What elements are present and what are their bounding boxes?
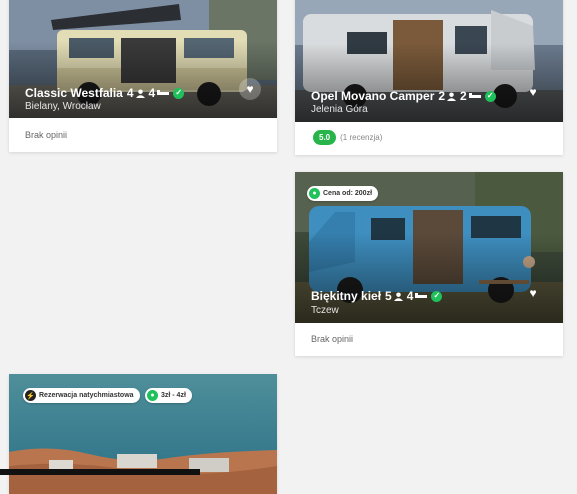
user-icon — [135, 88, 145, 98]
review-status: Brak opinii — [311, 334, 354, 344]
bed-icon — [468, 93, 481, 98]
status-bar — [0, 469, 200, 475]
beds-value: 4 — [406, 289, 414, 303]
listing-card-opel-movano[interactable]: Opel Movano Camper 2 2 ✓ Jelenia Góra ♥ … — [295, 0, 563, 155]
user-icon — [447, 91, 457, 101]
persons-count: 5 — [385, 289, 403, 303]
tag-icon: ● — [309, 188, 320, 199]
persons-count: 2 — [438, 89, 457, 103]
user-icon — [393, 291, 403, 301]
listing-title-row: Biękitny kieł 5 4 ✓ — [311, 289, 443, 303]
beds-count: 2 — [460, 89, 481, 103]
bed-icon — [157, 90, 170, 95]
review-status: Brak opinii — [25, 130, 68, 140]
listing-title-row: Classic Westfalia 4 4 ✓ — [25, 86, 185, 100]
listing-location: Jelenia Góra — [311, 104, 368, 115]
price-pill-label: Cena od: 200zł — [323, 190, 373, 197]
heart-icon[interactable]: ♥ — [522, 282, 544, 304]
listing-photo[interactable]: ● Cena od: 200zł Biękitny kieł 5 4 ✓ Tcz… — [295, 172, 563, 323]
listing-title: Classic Westfalia — [25, 86, 123, 100]
price-pill: ● 3zł - 4zł — [145, 388, 192, 403]
listing-photo[interactable]: Opel Movano Camper 2 2 ✓ Jelenia Góra ♥ — [295, 0, 563, 122]
rating-badge: 5.0 — [313, 130, 337, 145]
beds-value: 2 — [460, 89, 467, 103]
verified-check-icon: ✓ — [431, 290, 443, 302]
instant-booking-label: Rezerwacja natychmiastowa — [39, 392, 134, 399]
persons-value: 5 — [385, 289, 392, 303]
beds-value: 4 — [148, 86, 156, 100]
listing-card-classic-westfalia[interactable]: Classic Westfalia 4 4 ✓ Bielany, Wrocław… — [9, 0, 277, 152]
tag-icon: ● — [147, 390, 158, 401]
listing-location: Bielany, Wrocław — [25, 101, 101, 112]
persons-count: 4 — [127, 86, 145, 100]
listing-title-row: Opel Movano Camper 2 2 ✓ — [311, 89, 496, 103]
bed-icon — [415, 293, 428, 298]
listing-card-biekitny-kiel[interactable]: ● Cena od: 200zł Biękitny kieł 5 4 ✓ Tcz… — [295, 172, 563, 356]
heart-icon[interactable]: ♥ — [239, 78, 261, 100]
rating-row: 5.0 (1 recenzja) — [313, 130, 382, 145]
beds-count: 4 — [149, 86, 170, 100]
persons-value: 2 — [438, 89, 446, 103]
verified-check-icon: ✓ — [484, 90, 496, 102]
listing-photo[interactable]: ⚡ Rezerwacja natychmiastowa ● 3zł - 4zł — [9, 374, 277, 494]
verified-check-icon: ✓ — [173, 87, 185, 99]
beds-count: 4 — [407, 289, 428, 303]
listing-title: Biękitny kieł — [311, 289, 382, 303]
listing-location: Tczew — [311, 305, 339, 316]
bolt-icon: ⚡ — [25, 390, 36, 401]
rating-count[interactable]: (1 recenzja) — [340, 133, 382, 142]
heart-icon[interactable]: ♥ — [522, 81, 544, 103]
price-pill: ● Cena od: 200zł — [307, 186, 379, 201]
listing-card-instant[interactable]: ⚡ Rezerwacja natychmiastowa ● 3zł - 4zł — [9, 374, 277, 494]
price-pill-label: 3zł - 4zł — [161, 392, 186, 399]
listing-title: Opel Movano Camper — [311, 89, 435, 103]
listing-photo[interactable]: Classic Westfalia 4 4 ✓ Bielany, Wrocław… — [9, 0, 277, 118]
instant-booking-pill: ⚡ Rezerwacja natychmiastowa — [23, 388, 140, 403]
persons-value: 4 — [126, 86, 134, 100]
